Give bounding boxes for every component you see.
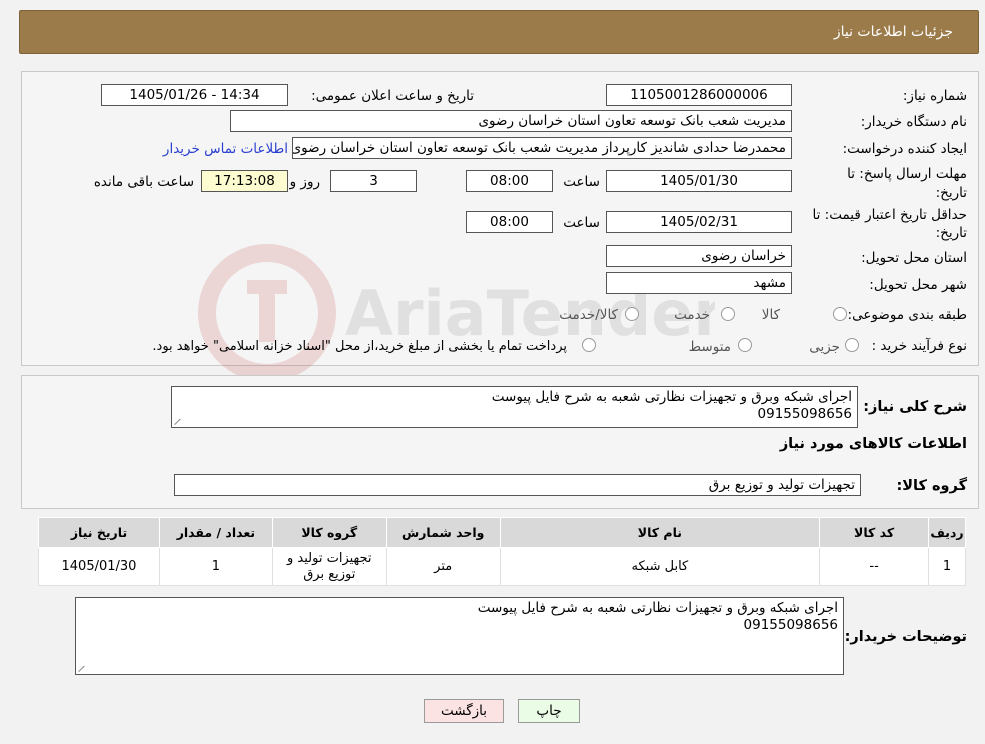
print-button[interactable]: چاپ — [518, 699, 580, 723]
col-header-name: نام کالا — [499, 517, 821, 548]
goods-group-label: گروه کالا: — [896, 478, 967, 494]
resize-grip-icon[interactable] — [174, 418, 182, 426]
cell-name: کابل شبکه — [499, 547, 821, 586]
summary-line-2: 09155098656 — [757, 406, 852, 422]
buyer-notes-line-1: اجرای شبکه وبرق و تجهیزات نظارتی شعبه به… — [477, 600, 838, 616]
col-header-group: گروه کالا — [271, 517, 387, 548]
validity-time-label: ساعت — [563, 215, 600, 231]
announce-datetime-field: 1405/01/26 - 14:34 — [101, 84, 288, 106]
validity-label: حداقل تاریخ اعتبار قیمت: تا — [812, 207, 967, 223]
deadline-date-field: 1405/01/30 — [606, 170, 792, 192]
col-header-row-number: ردیف — [928, 517, 966, 548]
cell-group: تجهیزات تولید و توزیع برق — [271, 547, 387, 586]
creator-label: ایجاد کننده درخواست: — [842, 141, 967, 157]
buyer-org-field: مدیریت شعب بانک توسعه تعاون استان خراسان… — [230, 110, 792, 132]
col-header-code: کد کالا — [819, 517, 930, 548]
city-field: مشهد — [606, 272, 792, 294]
table-row: 1 -- کابل شبکه متر تجهیزات تولید و توزیع… — [38, 547, 966, 586]
process-radio-minor[interactable] — [845, 338, 859, 352]
buyer-notes-textarea[interactable]: اجرای شبکه وبرق و تجهیزات نظارتی شعبه به… — [75, 597, 844, 675]
process-checkbox-treasury[interactable] — [582, 338, 596, 352]
process-treasury-note: پرداخت تمام یا بخشی از مبلغ خرید،از محل … — [152, 339, 567, 354]
need-number-field: 1105001286000006 — [606, 84, 792, 106]
remaining-time-label: ساعت باقی مانده — [93, 174, 194, 190]
validity-date-field: 1405/02/31 — [606, 211, 792, 233]
cell-unit: متر — [385, 547, 501, 586]
validity-time-field: 08:00 — [466, 211, 553, 233]
category-option-goods: کالا — [761, 307, 780, 323]
buyer-org-label: نام دستگاه خریدار: — [860, 114, 967, 130]
buyer-notes-line-2: 09155098656 — [743, 617, 838, 633]
summary-textarea[interactable]: اجرای شبکه وبرق و تجهیزات نظارتی شعبه به… — [171, 386, 858, 428]
need-number-label: شماره نیاز: — [902, 88, 967, 104]
remaining-time-field: 17:13:08 — [201, 170, 288, 192]
items-table: ردیف کد کالا نام کالا واحد شمارش گروه کا… — [38, 517, 966, 586]
category-label: طبقه بندی موضوعی: — [847, 307, 967, 323]
items-table-container: ردیف کد کالا نام کالا واحد شمارش گروه کا… — [38, 517, 966, 586]
category-radio-goods-service[interactable] — [625, 307, 639, 321]
summary-label: شرح کلی نیاز: — [863, 399, 967, 415]
announce-label: تاریخ و ساعت اعلان عمومی: — [311, 88, 474, 104]
table-header-row: ردیف کد کالا نام کالا واحد شمارش گروه کا… — [38, 517, 966, 548]
province-field: خراسان رضوی — [606, 245, 792, 267]
goods-group-field: تجهیزات تولید و توزیع برق — [174, 474, 861, 496]
back-button[interactable]: بازگشت — [424, 699, 504, 723]
buyer-contact-link[interactable]: اطلاعات تماس خریدار — [163, 140, 288, 158]
col-header-date: تاریخ نیاز — [38, 517, 160, 548]
col-header-unit: واحد شمارش — [385, 517, 501, 548]
deadline-label-date: تاریخ: — [935, 185, 967, 201]
page-title: جزئیات اطلاعات نیاز — [833, 24, 953, 40]
category-radio-goods[interactable] — [833, 307, 847, 321]
cell-date: 1405/01/30 — [38, 547, 160, 586]
deadline-time-label: ساعت — [563, 174, 600, 190]
col-header-qty: تعداد / مقدار — [158, 517, 273, 548]
goods-info-title: اطلاعات کالاهای مورد نیاز — [779, 436, 967, 452]
days-remaining-field: 3 — [330, 170, 417, 192]
summary-line-1: اجرای شبکه وبرق و تجهیزات نظارتی شعبه به… — [491, 389, 852, 405]
process-radio-medium[interactable] — [738, 338, 752, 352]
process-label: نوع فرآیند خرید : — [871, 338, 967, 354]
process-option-medium: متوسط — [688, 339, 731, 355]
deadline-time-field: 08:00 — [466, 170, 553, 192]
creator-field: محمدرضا حدادی شاندیز کارپرداز مدیریت شعب… — [292, 137, 792, 159]
deadline-label: مهلت ارسال پاسخ: تا — [847, 166, 967, 182]
buyer-notes-label: توضیحات خریدار: — [844, 629, 967, 645]
resize-grip-icon[interactable] — [78, 665, 86, 673]
city-label: شهر محل تحویل: — [869, 277, 967, 293]
process-option-minor: جزیی — [809, 339, 840, 355]
category-radio-service[interactable] — [721, 307, 735, 321]
category-option-service: خدمت — [674, 307, 710, 323]
cell-row-number: 1 — [928, 547, 966, 586]
cell-qty: 1 — [158, 547, 273, 586]
cell-group-line-1: تجهیزات تولید و — [287, 550, 372, 566]
cell-group-line-2: توزیع برق — [303, 566, 356, 582]
cell-code: -- — [819, 547, 930, 586]
page-header: جزئیات اطلاعات نیاز — [19, 10, 979, 54]
validity-label-date: تاریخ: — [935, 225, 967, 241]
province-label: استان محل تحویل: — [861, 250, 967, 266]
days-label: روز و — [289, 174, 320, 190]
category-option-goods-service: کالا/خدمت — [559, 307, 618, 323]
